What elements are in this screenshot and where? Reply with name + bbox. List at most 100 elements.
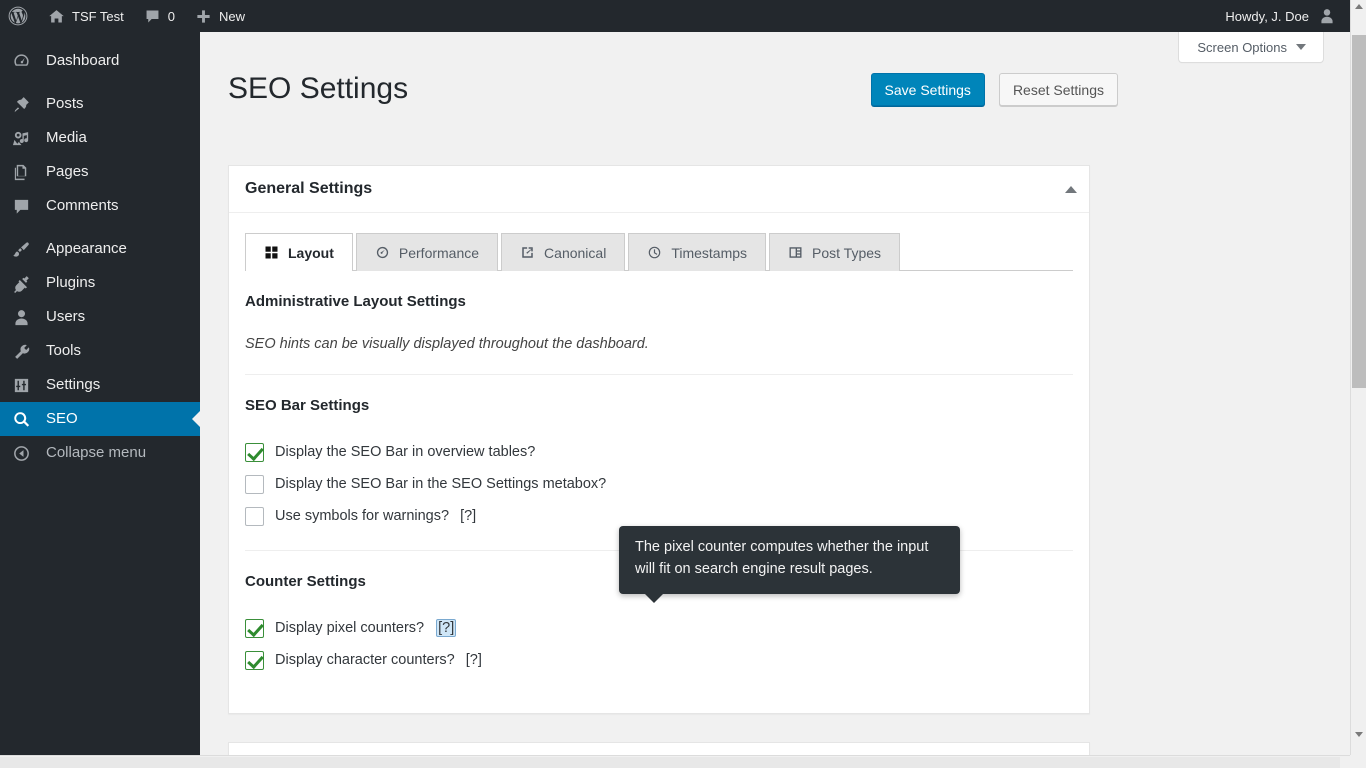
tab-timestamps[interactable]: Timestamps: [628, 233, 766, 271]
sidebar-item-plugins[interactable]: Plugins: [0, 266, 200, 300]
admin-bar: TSF Test 0 New Howdy, J. Doe: [0, 0, 1350, 32]
screen-options-button[interactable]: Screen Options: [1178, 32, 1324, 63]
scroll-up-arrow-icon[interactable]: [1355, 4, 1363, 9]
gauge-icon: [375, 245, 390, 260]
grid-icon: [264, 245, 279, 260]
option-label: Display character counters?: [275, 652, 455, 668]
pages-icon: [12, 163, 46, 182]
tab-performance[interactable]: Performance: [356, 233, 498, 271]
content-area: Screen Options SEO Settings Save Setting…: [200, 32, 1350, 768]
comments-bubble[interactable]: 0: [134, 0, 185, 32]
checkbox-display-pixel-counters[interactable]: [245, 619, 264, 638]
brush-icon: [12, 240, 46, 259]
general-settings-header[interactable]: General Settings: [229, 166, 1089, 213]
horizontal-scrollbar-thumb[interactable]: [0, 757, 1340, 768]
tab-label-timestamps: Timestamps: [671, 245, 747, 261]
external-link-icon: [520, 245, 535, 260]
sidebar-item-tools[interactable]: Tools: [0, 334, 200, 368]
sidebar-item-appearance[interactable]: Appearance: [0, 232, 200, 266]
vertical-scrollbar-thumb[interactable]: [1352, 35, 1366, 388]
new-content-label: New: [219, 9, 245, 24]
sidebar-item-dashboard[interactable]: Dashboard: [0, 44, 200, 78]
tab-label-post-types: Post Types: [812, 245, 881, 261]
comment-icon: [12, 197, 46, 216]
option-seo-bar-metabox[interactable]: Display the SEO Bar in the SEO Settings …: [245, 472, 1073, 496]
administrative-heading: Administrative Layout Settings: [245, 293, 1073, 310]
home-icon: [48, 8, 65, 25]
help-tip-character-counters[interactable]: [?]: [466, 652, 482, 668]
sidebar-item-posts[interactable]: Posts: [0, 87, 200, 121]
howdy-label: Howdy, J. Doe: [1225, 9, 1309, 24]
page-header: SEO Settings Save Settings Reset Setting…: [228, 60, 1118, 116]
checkbox-display-character-counters[interactable]: [245, 651, 264, 670]
option-label: Display the SEO Bar in overview tables?: [275, 444, 535, 460]
checkbox-seo-bar-metabox[interactable]: [245, 475, 264, 494]
sidebar-item-comments[interactable]: Comments: [0, 189, 200, 223]
scroll-down-arrow-icon[interactable]: [1355, 732, 1363, 737]
comment-bubble-icon: [144, 8, 161, 25]
page-title: SEO Settings: [228, 69, 408, 108]
sidebar-label-plugins: Plugins: [46, 266, 95, 300]
tab-layout[interactable]: Layout: [245, 233, 353, 271]
reset-settings-button[interactable]: Reset Settings: [999, 73, 1118, 106]
vertical-scrollbar[interactable]: [1350, 0, 1366, 755]
horizontal-scrollbar[interactable]: [0, 755, 1366, 768]
sidebar-label-users: Users: [46, 300, 85, 334]
option-label: Display pixel counters?: [275, 620, 424, 636]
option-display-character-counters[interactable]: Display character counters? [?]: [245, 648, 1073, 672]
sidebar-label-appearance: Appearance: [46, 232, 127, 266]
seo-bar-heading: SEO Bar Settings: [245, 397, 1073, 414]
option-label: Display the SEO Bar in the SEO Settings …: [275, 476, 606, 492]
tab-label-performance: Performance: [399, 245, 479, 261]
checkbox-use-symbols-for-warnings[interactable]: [245, 507, 264, 526]
option-use-symbols-for-warnings[interactable]: Use symbols for warnings? [?]: [245, 504, 1073, 528]
collapse-menu-button[interactable]: Collapse menu: [0, 436, 200, 470]
dashboard-icon: [12, 52, 46, 71]
chevron-up-icon[interactable]: [1065, 186, 1077, 193]
sidebar-separator: [0, 223, 200, 232]
layout-tab-panel: Administrative Layout Settings SEO hints…: [229, 271, 1089, 672]
option-label: Use symbols for warnings?: [275, 508, 449, 524]
help-tip-pixel-counters[interactable]: [?]: [436, 619, 456, 637]
sidebar-item-media[interactable]: Media: [0, 121, 200, 155]
wrench-icon: [12, 342, 46, 361]
tab-label-canonical: Canonical: [544, 245, 606, 261]
tab-canonical[interactable]: Canonical: [501, 233, 625, 271]
clock-icon: [647, 245, 662, 260]
wordpress-logo-icon: [8, 6, 28, 26]
sidebar-label-media: Media: [46, 121, 87, 155]
screen-meta-links: Screen Options: [1178, 32, 1324, 63]
sidebar-label-tools: Tools: [46, 334, 81, 368]
chevron-down-icon: [1296, 44, 1306, 50]
help-tooltip: The pixel counter computes whether the i…: [619, 526, 960, 594]
new-content-menu[interactable]: New: [185, 0, 255, 32]
collapse-icon: [12, 444, 46, 463]
sidebar-separator: [0, 78, 200, 87]
sliders-icon: [12, 376, 46, 395]
screen-options-label: Screen Options: [1197, 40, 1287, 55]
sidebar-item-seo[interactable]: SEO: [0, 402, 200, 436]
my-account-menu[interactable]: Howdy, J. Doe: [1215, 0, 1350, 32]
help-tip-use-symbols[interactable]: [?]: [460, 508, 476, 524]
sidebar-label-posts: Posts: [46, 87, 84, 121]
site-name-menu[interactable]: TSF Test: [38, 0, 134, 32]
tab-post-types[interactable]: Post Types: [769, 233, 900, 271]
sidebar-item-users[interactable]: Users: [0, 300, 200, 334]
sidebar-item-settings[interactable]: Settings: [0, 368, 200, 402]
user-icon: [12, 308, 46, 327]
sidebar-item-pages[interactable]: Pages: [0, 155, 200, 189]
sidebar-label-collapse: Collapse menu: [46, 436, 146, 470]
checkbox-seo-bar-overview-tables[interactable]: [245, 443, 264, 462]
avatar-icon: [1318, 7, 1336, 25]
search-icon: [12, 410, 46, 429]
sidebar-label-comments: Comments: [46, 189, 119, 223]
wp-logo-button[interactable]: [0, 0, 38, 32]
admin-sidebar-menu: Dashboard Posts Media Pages Comments App…: [0, 32, 200, 768]
save-settings-button[interactable]: Save Settings: [871, 73, 985, 106]
site-name-label: TSF Test: [72, 9, 124, 24]
sidebar-label-dashboard: Dashboard: [46, 44, 119, 78]
option-display-pixel-counters[interactable]: Display pixel counters? [?]: [245, 616, 1073, 640]
sidebar-label-settings: Settings: [46, 368, 100, 402]
option-seo-bar-overview-tables[interactable]: Display the SEO Bar in overview tables?: [245, 440, 1073, 464]
settings-tab-nav: Layout Performance Canonical Timestamps: [245, 233, 1073, 271]
